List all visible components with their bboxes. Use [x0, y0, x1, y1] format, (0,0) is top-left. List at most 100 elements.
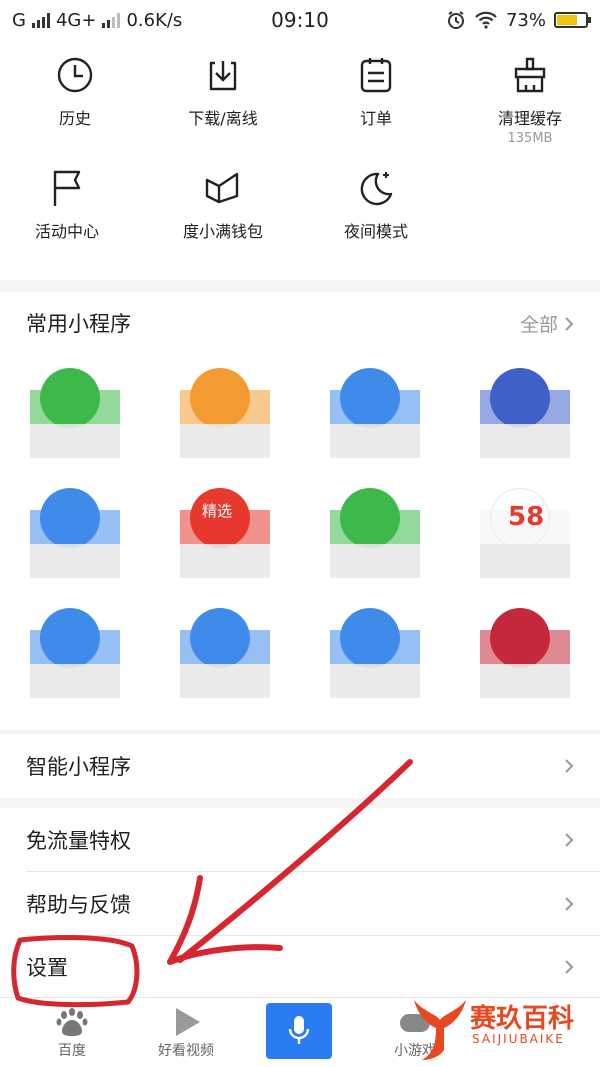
whale-tail-logo [414, 1000, 466, 1060]
battery-icon [554, 12, 591, 28]
flag-icon [53, 170, 81, 206]
miniapp-item[interactable] [330, 488, 420, 578]
chevron-right-icon [565, 833, 574, 847]
miniapp-item[interactable] [480, 608, 570, 698]
miniapp-item[interactable] [180, 608, 270, 698]
free-data-label: 免流量特权 [26, 829, 131, 853]
miniapp-icon-blur [330, 510, 420, 544]
activity-center-label: 活动中心 [34, 222, 99, 241]
miniapp-icon-blur [180, 390, 270, 424]
watermark: 赛玖百科 SAIJIUBAIKE [410, 988, 600, 1067]
miniapp-label-blur [30, 664, 120, 698]
miniapp-label-blur [480, 664, 570, 698]
help-feedback-label: 帮助与反馈 [26, 893, 131, 917]
alarm-icon [447, 11, 464, 29]
play-icon [176, 1008, 200, 1036]
night-mode-label: 夜间模式 [343, 222, 408, 241]
miniapp-item[interactable] [30, 368, 120, 458]
chevron-right-icon [565, 759, 574, 773]
help-feedback-row[interactable]: 帮助与反馈 [0, 872, 600, 936]
watermark-text: 赛玖百科 [470, 1004, 575, 1034]
cache-size: 135MB [507, 131, 553, 146]
signal-icon-2 [102, 12, 121, 28]
all-label: 全部 [519, 314, 558, 336]
miniapp-item[interactable] [30, 488, 120, 578]
miniapp-icon-blur [480, 630, 570, 664]
miniapp-label-blur [30, 424, 120, 458]
tab-home[interactable]: 百度 [12, 998, 132, 1067]
miniapp-icon-blur [330, 390, 420, 424]
download-button[interactable]: 下载/离线 [148, 55, 298, 129]
miniapp-label-blur [180, 544, 270, 578]
night-mode-button[interactable]: 夜间模式 [301, 168, 451, 242]
miniapp-label-blur [30, 544, 120, 578]
orders-button[interactable]: 订单 [301, 55, 451, 129]
battery-percent: 73% [505, 9, 546, 31]
tab-video[interactable]: 好看视频 [126, 998, 246, 1067]
signal-icon [31, 12, 50, 28]
miniapp-label-blur [180, 664, 270, 698]
history-button[interactable]: 历史 [0, 55, 150, 129]
download-label: 下载/离线 [188, 109, 258, 128]
miniapp-badge-text: 精选 [202, 502, 233, 520]
status-bar: G 4G+ 0.6K/s 09:10 73% [0, 0, 600, 40]
download-icon [209, 61, 237, 91]
network-speed: 0.6K/s [126, 9, 183, 31]
miniapp-item[interactable] [180, 368, 270, 458]
chevron-right-icon [565, 316, 574, 331]
miniapp-label-blur [480, 424, 570, 458]
order-icon [360, 58, 392, 93]
miniapp-item[interactable] [30, 608, 120, 698]
tool-grid: 历史 下载/离线 订单 清理缓存 135MB 活动中心 度小满钱包 夜间模式 [0, 40, 600, 280]
settings-label: 设置 [26, 955, 68, 980]
clear-cache-label: 清理缓存 [497, 109, 562, 128]
network-type: 4G+ [55, 9, 97, 31]
orders-label: 订单 [359, 109, 392, 128]
clear-cache-button[interactable]: 清理缓存 135MB [455, 55, 600, 146]
activity-center-button[interactable]: 活动中心 [0, 168, 142, 242]
tab-home-label: 百度 [58, 1043, 86, 1059]
status-left: G 4G+ 0.6K/s [12, 10, 242, 31]
miniapp-icon-blur [180, 630, 270, 664]
miniapp-label-blur [330, 424, 420, 458]
miniapp-icon-blur [330, 630, 420, 664]
wallet-label: 度小满钱包 [182, 222, 263, 241]
status-right: 73% [358, 9, 591, 31]
carrier-label: G [12, 9, 26, 31]
free-data-row[interactable]: 免流量特权 [0, 808, 600, 872]
miniapp-icon-blur [480, 390, 570, 424]
miniapp-icon-blur [30, 390, 120, 424]
microphone-icon [288, 1016, 310, 1044]
watermark-subtext: SAIJIUBAIKE [472, 1032, 565, 1046]
broom-icon [514, 57, 546, 93]
voice-search-button[interactable] [266, 1003, 332, 1059]
tab-video-label: 好看视频 [158, 1043, 214, 1059]
miniapps-all-link[interactable]: 全部 [520, 310, 574, 337]
miniapp-item[interactable]: 精选 [180, 488, 270, 578]
smart-miniapps-row[interactable]: 智能小程序 [0, 734, 600, 798]
wifi-icon [475, 11, 497, 29]
chevron-right-icon [565, 897, 574, 911]
miniapp-item[interactable] [330, 368, 420, 458]
miniapp-icon-blur [30, 630, 120, 664]
miniapp-label-blur [180, 424, 270, 458]
miniapp-label-blur [480, 544, 570, 578]
wallet-icon [205, 172, 239, 204]
miniapp-icon-blur [30, 510, 120, 544]
miniapp-label-blur [330, 664, 420, 698]
miniapp-item[interactable]: 58 [480, 488, 570, 578]
miniapp-item[interactable] [480, 368, 570, 458]
smart-miniapps-label: 智能小程序 [26, 755, 131, 779]
miniapp-badge-58: 58 [508, 502, 545, 532]
chevron-right-icon [565, 959, 574, 974]
battery-fill [557, 15, 578, 25]
history-label: 历史 [58, 109, 91, 128]
clock-icon [57, 57, 93, 93]
miniapp-item[interactable] [330, 608, 420, 698]
frequent-miniapps-section: 常用小程序 全部 精选 58 [0, 292, 600, 730]
moon-icon [360, 172, 393, 206]
miniapps-title: 常用小程序 [26, 312, 131, 336]
baidu-paw-icon [56, 1008, 88, 1036]
status-time: 09:10 [271, 8, 329, 32]
wallet-button[interactable]: 度小满钱包 [148, 168, 298, 242]
